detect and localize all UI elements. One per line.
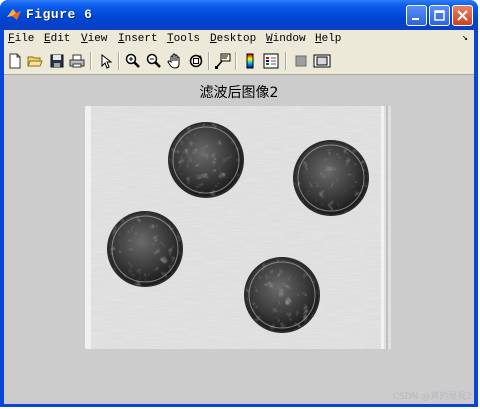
menu-edit[interactable]: Edit	[44, 33, 70, 45]
figure-toolbar	[4, 49, 474, 75]
client-area: File Edit View Insert Tools Desktop Wind…	[4, 30, 474, 404]
figure-canvas: 滤波后图像2	[4, 75, 474, 404]
axes-title: 滤波后图像2	[199, 85, 279, 101]
minimize-button[interactable]	[406, 5, 427, 26]
show-plot-tools-button[interactable]	[313, 52, 331, 70]
toolbar-separator	[90, 52, 92, 70]
maximize-button[interactable]	[429, 5, 450, 26]
menu-help[interactable]: Help	[315, 33, 341, 45]
open-file-icon	[27, 56, 43, 67]
toolbar-separator	[118, 52, 120, 70]
rotate-3d-button[interactable]	[187, 52, 205, 70]
menu-insert[interactable]: Insert	[118, 33, 158, 45]
insert-colorbar-button[interactable]	[241, 52, 259, 70]
menu-window[interactable]: Window	[266, 33, 306, 45]
figure-window: Figure 6 File Edit View Insert Tools Des…	[0, 0, 478, 407]
pan-button[interactable]	[166, 52, 184, 70]
watermark-text: CSDN @真的是我2	[392, 392, 472, 402]
save-icon	[50, 54, 64, 68]
toolbar-separator	[285, 52, 287, 70]
toolbar-separator	[208, 52, 210, 70]
insert-legend-button[interactable]	[262, 52, 280, 70]
insert-legend-icon	[263, 53, 279, 69]
filtered-coins-image	[85, 106, 391, 349]
window-title: Figure 6	[26, 7, 93, 22]
new-figure-button[interactable]	[6, 52, 24, 70]
pan-hand-icon	[167, 53, 180, 69]
zoom-out-button[interactable]	[145, 52, 163, 70]
save-button[interactable]	[48, 52, 66, 70]
show-plot-tools-icon	[313, 54, 331, 68]
print-icon	[69, 54, 85, 68]
zoom-in-icon	[125, 53, 140, 68]
hide-plot-tools-icon	[295, 55, 307, 67]
rotate-3d-icon	[189, 54, 203, 68]
maximize-icon	[434, 10, 445, 21]
hide-plot-tools-button[interactable]	[292, 52, 310, 70]
open-file-button[interactable]	[26, 52, 44, 70]
data-cursor-icon	[215, 53, 231, 69]
insert-colorbar-icon	[246, 53, 254, 69]
matlab-logo-icon	[7, 9, 21, 20]
data-cursor-button[interactable]	[214, 52, 232, 70]
edit-plot-arrow-icon	[101, 53, 112, 69]
toolbar-separator	[235, 52, 237, 70]
title-bar[interactable]: Figure 6	[0, 0, 478, 30]
zoom-in-button[interactable]	[124, 52, 142, 70]
menu-view[interactable]: View	[81, 33, 107, 45]
menu-tools[interactable]: Tools	[167, 33, 200, 45]
zoom-out-icon	[146, 53, 161, 68]
edit-plot-button[interactable]	[97, 52, 115, 70]
close-button[interactable]	[452, 5, 473, 26]
print-button[interactable]	[68, 52, 86, 70]
menu-file[interactable]: File	[8, 33, 34, 45]
menu-bar: File Edit View Insert Tools Desktop Wind…	[4, 30, 474, 49]
menubar-overflow-icon[interactable]: ↘	[462, 32, 468, 44]
close-icon	[457, 10, 468, 21]
menu-desktop[interactable]: Desktop	[210, 33, 256, 45]
new-figure-icon	[9, 53, 21, 69]
minimize-icon	[412, 18, 419, 20]
